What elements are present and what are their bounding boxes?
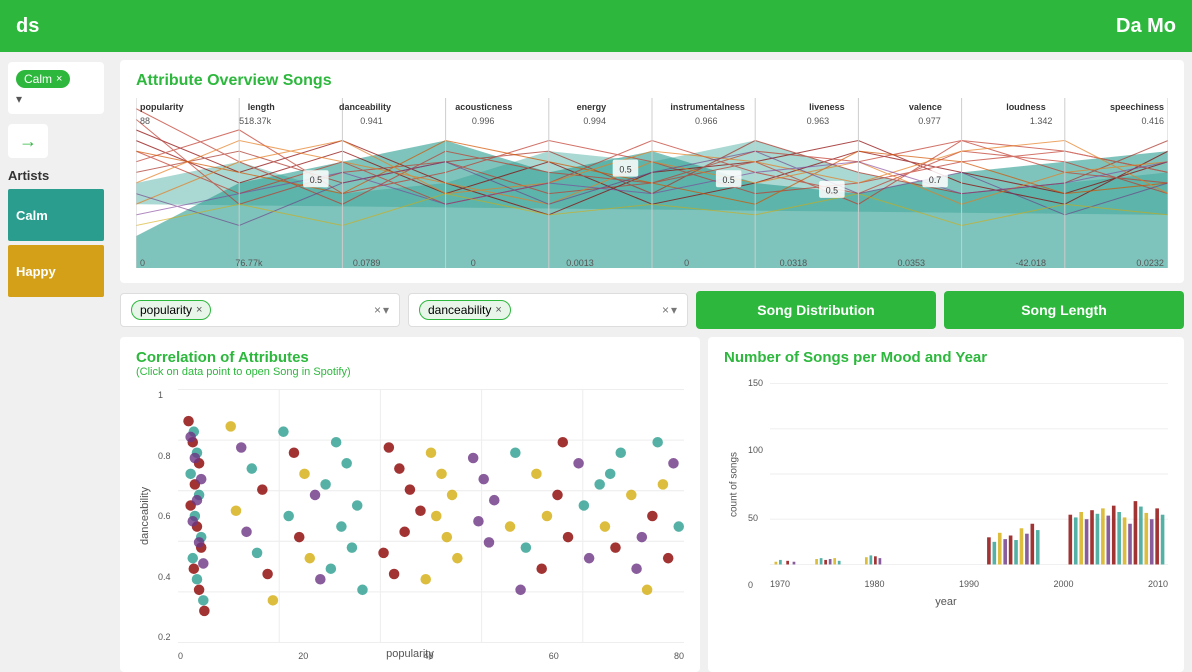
dropdown-danceability[interactable]: danceability × ×▾ <box>408 293 688 327</box>
scatter-title: Correlation of Attributes <box>136 349 684 366</box>
parallel-chart: 0.5 0.5 0.5 0.5 0.7 88 518.37k 0.941 0.9… <box>136 98 1168 268</box>
dropdown-danceability-tag: danceability × <box>419 300 511 320</box>
bottom-panels: Correlation of Attributes (Click on data… <box>120 337 1184 672</box>
chevron-down-button[interactable]: ▾ <box>16 92 22 106</box>
dropdown-popularity-close[interactable]: × <box>196 304 202 316</box>
topbar: ds Da Mo <box>0 0 1192 52</box>
arrow-button[interactable]: → <box>8 124 48 158</box>
topbar-right: Da Mo <box>1116 15 1176 38</box>
scatter-panel: Correlation of Attributes (Click on data… <box>120 337 700 672</box>
mood-item-happy[interactable]: Happy <box>8 245 104 297</box>
svg-text:0.5: 0.5 <box>310 175 322 185</box>
mood-item-calm[interactable]: Calm <box>8 189 104 241</box>
distribution-x-label: year <box>724 596 1168 608</box>
artists-section-title: Artists <box>8 168 104 183</box>
filter-tag-label: Calm <box>24 72 52 86</box>
scatter-x-ticks: 020406080 <box>178 651 684 661</box>
scatter-y-label: danceability <box>136 386 154 646</box>
scatter-subtitle: (Click on data point to open Song in Spo… <box>136 366 684 378</box>
topbar-title: ds <box>16 15 39 38</box>
dropdown-popularity[interactable]: popularity × ×▾ <box>120 293 400 327</box>
distribution-panel: Number of Songs per Mood and Year count … <box>708 337 1184 672</box>
song-distribution-tab[interactable]: Song Distribution <box>696 291 936 329</box>
scatter-y-ticks: 0.20.40.60.81 <box>154 386 178 646</box>
parallel-svg: 0.5 0.5 0.5 0.5 0.7 <box>136 98 1168 268</box>
dropdown-danceability-close[interactable]: × <box>495 304 501 316</box>
svg-text:0.5: 0.5 <box>723 175 735 185</box>
mood-label-calm: Calm <box>16 208 48 223</box>
svg-text:0.5: 0.5 <box>826 185 838 195</box>
song-length-tab[interactable]: Song Length <box>944 291 1184 329</box>
distribution-svg <box>770 374 1168 574</box>
dropdown-danceability-arrows[interactable]: ×▾ <box>662 303 677 317</box>
distribution-x-ticks: 19701980199020002010 <box>770 579 1168 589</box>
controls-row: popularity × ×▾ danceability × ×▾ Song D… <box>120 291 1184 329</box>
distribution-y-label: count of songs <box>724 374 744 594</box>
distribution-title: Number of Songs per Mood and Year <box>724 349 1168 366</box>
filter-tag-close[interactable]: × <box>56 73 62 85</box>
dropdown-popularity-arrows[interactable]: ×▾ <box>374 303 389 317</box>
distribution-y-ticks: 050100150 <box>744 374 770 594</box>
mood-label-happy: Happy <box>16 264 56 279</box>
sidebar: Calm × ▾ → Artists Calm Happy <box>0 52 112 672</box>
filter-box: Calm × ▾ <box>8 62 104 114</box>
svg-text:0.7: 0.7 <box>929 175 941 185</box>
scatter-svg <box>178 386 684 646</box>
filter-tag-calm[interactable]: Calm × <box>16 70 70 88</box>
arrow-icon: → <box>19 131 37 152</box>
parallel-title: Attribute Overview Songs <box>136 72 1168 90</box>
parallel-section: Attribute Overview Songs <box>120 60 1184 283</box>
svg-text:0.5: 0.5 <box>619 164 631 174</box>
dropdown-popularity-tag: popularity × <box>131 300 211 320</box>
